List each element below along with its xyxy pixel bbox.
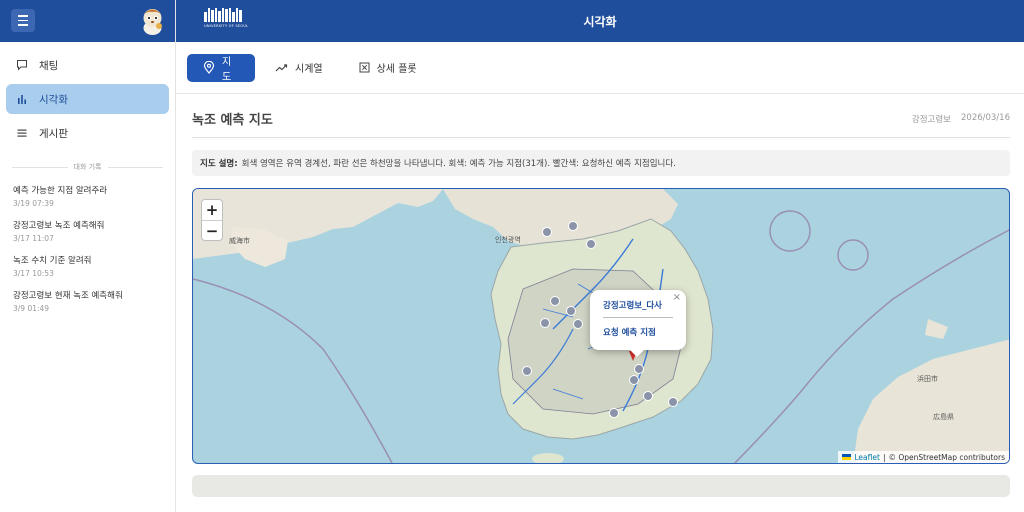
prediction-point[interactable]	[566, 306, 576, 316]
prediction-point[interactable]	[573, 319, 583, 329]
boundary-dokdo	[837, 239, 869, 271]
place-label: 인천광역	[495, 235, 521, 244]
prediction-point[interactable]	[542, 227, 552, 237]
land-china-north	[193, 189, 443, 259]
map-view[interactable]: 威海市 인천광역 浜田市 広島県 + − × 강정고령보_다사 요청 예측 지점…	[192, 188, 1010, 464]
place-label: 広島県	[933, 412, 954, 421]
ukraine-flag-icon	[842, 454, 852, 460]
top-bar: UNIVERSITY OF SEOUL 시각화	[176, 0, 1024, 42]
popup-subtitle: 요청 예측 지점	[603, 328, 656, 338]
history-item-time: 3/19 07:39	[13, 199, 54, 208]
history-item[interactable]: 강정고령보 녹조 예측해줘 3/17 11:07	[0, 215, 175, 250]
sidebar-header	[0, 0, 175, 42]
history-item-time: 3/9 01:49	[13, 304, 50, 313]
sidebar-item-label: 게시판	[39, 127, 68, 140]
map-panel: 녹조 예측 지도 강정고령보 2026/03/16 지도 설명: 회색 영역은 …	[192, 100, 1010, 464]
sidebar-item-chat[interactable]: 채팅	[6, 50, 169, 80]
tab-label: 지도	[222, 56, 232, 83]
history-item-title: 강정고령보 녹조 예측해줘	[13, 221, 105, 231]
leaflet-link[interactable]: Leaflet	[854, 453, 880, 462]
boundary-ulleung	[769, 210, 811, 252]
panel-header: 녹조 예측 지도 강정고령보 2026/03/16	[192, 100, 1010, 138]
history-item[interactable]: 예측 가능한 지점 알려주라 3/19 07:39	[0, 180, 175, 215]
history-item[interactable]: 녹조 수치 기준 알려줘 3/17 10:53	[0, 250, 175, 285]
description-text: 회색 영역은 유역 경계선, 파란 선은 하천망을 나타냅니다. 회색: 예측 …	[241, 159, 676, 169]
prediction-point[interactable]	[634, 364, 644, 374]
sidebar-item-label: 채팅	[39, 59, 59, 72]
tab-label: 상세 플롯	[376, 64, 417, 75]
popup-site-name: 강정고령보_다사	[603, 299, 673, 318]
osm-attribution[interactable]: © OpenStreetMap contributors	[888, 453, 1005, 462]
tab-detail-plot[interactable]: 상세 플롯	[343, 54, 433, 82]
sidebar-nav: 채팅 시각화 게시판	[0, 42, 175, 148]
panel-title: 녹조 예측 지도	[192, 113, 273, 128]
map-popup: × 강정고령보_다사 요청 예측 지점	[590, 290, 686, 357]
sidebar-item-visualization[interactable]: 시각화	[6, 84, 169, 114]
forecast-date: 2026/03/16	[961, 112, 1010, 123]
prediction-point[interactable]	[550, 296, 560, 306]
tab-timeseries[interactable]: 시계열	[259, 54, 339, 82]
zoom-controls: + −	[201, 199, 223, 241]
history-item-time: 3/17 11:07	[13, 234, 54, 243]
tab-label: 시계열	[295, 64, 323, 75]
prediction-point[interactable]	[522, 366, 532, 376]
history-item-title: 강정고령보 현재 녹조 예측해줘	[13, 291, 123, 301]
history-item-time: 3/17 10:53	[13, 269, 54, 278]
maritime-boundary	[193, 278, 393, 463]
prediction-point[interactable]	[668, 397, 678, 407]
chat-icon	[15, 58, 29, 72]
map-attribution: Leaflet | © OpenStreetMap contributors	[838, 451, 1009, 463]
history-item-title: 녹조 수치 기준 알려줘	[13, 256, 92, 266]
description-label: 지도 설명:	[200, 159, 238, 169]
site-name: 강정고령보	[911, 114, 951, 125]
prediction-point[interactable]	[609, 408, 619, 418]
page-title: 시각화	[583, 15, 617, 29]
view-tabs: 지도 시계열 상세 플롯	[176, 42, 1024, 94]
plot-icon	[359, 62, 370, 73]
hamburger-icon	[18, 15, 28, 17]
place-label: 威海市	[229, 236, 250, 245]
sidebar: 채팅 시각화 게시판 대화 기록 예측 가능한 지점 알려주라 3/19 07:…	[0, 0, 176, 512]
main-content: UNIVERSITY OF SEOUL 시각화 지도 시계열 상세 플롯 녹조 …	[176, 0, 1024, 512]
land-oki	[925, 319, 948, 339]
prediction-point[interactable]	[586, 239, 596, 249]
menu-toggle-button[interactable]	[11, 9, 35, 32]
sidebar-item-board[interactable]: 게시판	[6, 118, 169, 148]
mascot-logo-icon	[143, 9, 162, 35]
prediction-point[interactable]	[629, 375, 639, 385]
prediction-point[interactable]	[568, 221, 578, 231]
history-section-title: 대화 기록	[12, 162, 163, 172]
popup-close-button[interactable]: ×	[673, 292, 681, 303]
prediction-point[interactable]	[643, 391, 653, 401]
trend-icon	[275, 63, 288, 73]
zoom-out-button[interactable]: −	[202, 220, 222, 240]
bottom-status-bar	[192, 475, 1010, 497]
history-item-title: 예측 가능한 지점 알려주라	[13, 186, 108, 196]
land-jeju	[532, 453, 564, 463]
land-japan	[853, 339, 1009, 463]
history-item[interactable]: 강정고령보 현재 녹조 예측해줘 3/9 01:49	[0, 285, 175, 320]
attribution-separator: |	[882, 452, 886, 462]
place-label: 浜田市	[917, 374, 938, 383]
tab-map[interactable]: 지도	[187, 53, 255, 83]
list-icon	[15, 126, 29, 140]
map-description: 지도 설명: 회색 영역은 유역 경계선, 파란 선은 하천망을 나타냅니다. …	[192, 150, 1010, 176]
sidebar-item-label: 시각화	[39, 93, 68, 106]
prediction-point[interactable]	[540, 318, 550, 328]
panel-meta: 강정고령보 2026/03/16	[912, 113, 1010, 125]
bar-chart-icon	[15, 92, 29, 106]
map-pin-icon	[203, 61, 215, 74]
zoom-in-button[interactable]: +	[202, 200, 222, 220]
